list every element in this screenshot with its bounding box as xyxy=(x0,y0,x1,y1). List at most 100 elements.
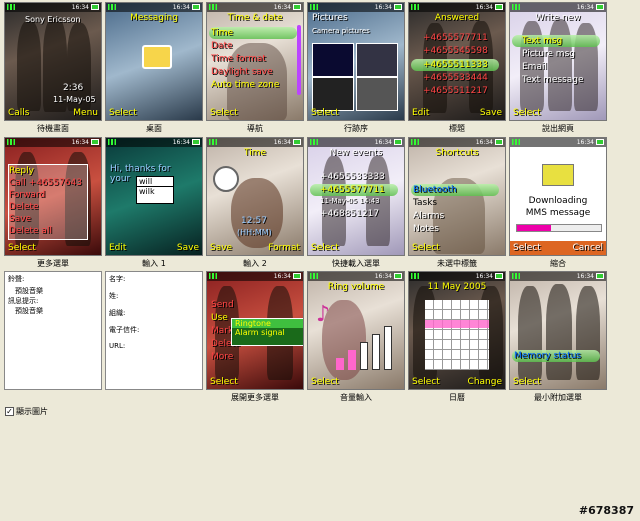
menu-item[interactable]: Mark xyxy=(211,326,233,336)
download-label: Downloading xyxy=(528,196,588,206)
show-images-checkbox[interactable]: ✓ xyxy=(5,407,14,416)
signal-icon xyxy=(411,273,419,279)
menu-item[interactable]: Time format xyxy=(211,54,266,64)
soft-key-left[interactable]: Select xyxy=(311,243,339,253)
volume-bar[interactable] xyxy=(360,342,368,370)
volume-bar[interactable] xyxy=(336,358,344,370)
theme-preview-write-new[interactable]: 16:34 Write new Text msg Picture msg Ema… xyxy=(509,2,607,134)
menu-item[interactable]: Text message xyxy=(522,75,584,85)
thumbnail[interactable] xyxy=(312,77,354,111)
preview-caption: 最小附加選單 xyxy=(534,393,582,402)
menu-item[interactable]: Daylight save xyxy=(211,67,273,77)
menu-item[interactable]: Picture msg xyxy=(522,49,575,59)
preview-caption: 說出網頁 xyxy=(542,124,574,133)
signal-icon xyxy=(209,139,217,145)
call-list-item[interactable]: +4655545598 xyxy=(423,46,488,56)
soft-key-left[interactable]: Select xyxy=(109,108,137,118)
theme-preview-desktop[interactable]: 16:34 Messaging Select 桌面 xyxy=(105,2,203,134)
menu-item[interactable]: Call +46557643 xyxy=(9,178,82,188)
soft-key-left[interactable]: Edit xyxy=(109,243,126,253)
theme-preview-standby[interactable]: 16:34 Sony Ericsson 2:36 11-May-05 Calls… xyxy=(4,2,102,134)
shortcut-item[interactable]: Notes xyxy=(413,224,439,234)
menu-item[interactable]: Text msg xyxy=(522,36,562,46)
suggestion-item[interactable]: wilk xyxy=(137,187,173,196)
soft-key-right[interactable]: Save xyxy=(480,108,502,118)
menu-item[interactable]: Forward xyxy=(9,190,45,200)
theme-preview-pictures[interactable]: 16:34 Pictures Camera pictures Select 行跡… xyxy=(307,2,405,134)
shortcut-item[interactable]: Alarms xyxy=(413,211,444,221)
theme-preview-shortcuts[interactable]: 16:34 Shortcuts Bluetooth Tasks Alarms N… xyxy=(408,137,506,269)
event-item[interactable]: +4655577711 xyxy=(320,185,385,195)
soft-key-right[interactable]: Change xyxy=(468,377,502,387)
volume-bar[interactable] xyxy=(384,326,392,370)
theme-preview-input-2[interactable]: 16:34 Time 12:57 (HH:MM) Save Format 輸入 … xyxy=(206,137,304,269)
thumbnail[interactable] xyxy=(312,43,354,77)
menu-item[interactable]: Email xyxy=(522,62,547,72)
event-item[interactable]: 11-May-05 14:43 xyxy=(320,197,380,205)
soft-key-left[interactable]: Select xyxy=(210,108,238,118)
word-suggestions[interactable]: will wilk xyxy=(136,176,174,204)
theme-preview-expanded-menu[interactable]: 16:34 Send Use Mark Delete More Ringtone… xyxy=(206,271,304,403)
soft-key-left[interactable]: Select xyxy=(311,108,339,118)
soft-key-left[interactable]: Select xyxy=(311,377,339,387)
call-list-item[interactable]: +4655533444 xyxy=(423,73,488,83)
menu-item[interactable]: Send xyxy=(211,300,234,310)
calendar-grid[interactable] xyxy=(425,300,489,370)
soft-key-left[interactable]: Select xyxy=(513,377,541,387)
shortcut-item[interactable]: Tasks xyxy=(413,198,437,208)
soft-key-left[interactable]: Select xyxy=(513,243,541,253)
volume-bar[interactable] xyxy=(372,334,380,370)
submenu-item[interactable]: Alarm signal xyxy=(232,328,303,337)
soft-key-right[interactable]: Cancel xyxy=(573,243,604,253)
soft-key-left[interactable]: Select xyxy=(412,377,440,387)
preview-caption xyxy=(4,393,102,403)
theme-preview-memory[interactable]: 16:34 Memory status Select 最小附加選單 xyxy=(509,271,607,403)
shortcut-item[interactable]: Bluetooth xyxy=(413,185,457,195)
soft-key-left[interactable]: Edit xyxy=(412,108,429,118)
soft-key-right[interactable]: Save xyxy=(177,243,199,253)
submenu-popup[interactable]: Ringtone Alarm signal xyxy=(231,318,303,346)
event-item[interactable]: +4655533333 xyxy=(320,172,385,182)
thumbnail[interactable] xyxy=(356,43,398,77)
theme-preview-navigation[interactable]: 16:34 Time & date Time Date Time format … xyxy=(206,2,304,134)
theme-preview-more-menu[interactable]: 16:34 Reply Call +46557643 Forward Delet… xyxy=(4,137,102,269)
menu-item[interactable]: Reply xyxy=(9,166,34,176)
soft-key-left[interactable]: Select xyxy=(210,377,238,387)
call-list-item[interactable]: +4655511217 xyxy=(423,86,488,96)
soft-key-left[interactable]: Save xyxy=(210,243,232,253)
signal-icon xyxy=(108,4,116,10)
menu-item[interactable]: Date xyxy=(211,41,233,51)
submenu-item[interactable]: Ringtone xyxy=(232,319,303,328)
menu-item[interactable]: Save xyxy=(9,214,31,224)
volume-bar[interactable] xyxy=(348,350,356,370)
soft-key-right[interactable]: Menu xyxy=(73,108,98,118)
menu-item[interactable]: Auto time zone xyxy=(211,80,279,90)
menu-item[interactable]: Delete all xyxy=(9,226,52,236)
time-value[interactable]: 12:57 xyxy=(241,216,267,226)
theme-preview-download[interactable]: 16:34 Downloading MMS message Select Can… xyxy=(509,137,607,269)
menu-item[interactable]: Delete xyxy=(9,202,39,212)
suggestion-item[interactable]: will xyxy=(137,177,173,187)
soft-key-left[interactable]: Select xyxy=(513,108,541,118)
menu-item[interactable]: Memory status xyxy=(514,351,581,361)
theme-preview-new-events[interactable]: 16:34 New events +4655533333 +4655577711… xyxy=(307,137,405,269)
menu-item[interactable]: Time xyxy=(211,28,233,38)
soft-key-left[interactable]: Calls xyxy=(8,108,30,118)
menu-item[interactable]: More xyxy=(211,352,233,362)
theme-preview-input-1[interactable]: 16:34 Hi, thanks for your will wilk Edit… xyxy=(105,137,203,269)
calendar-selected-day[interactable] xyxy=(425,320,489,328)
scrollbar[interactable] xyxy=(297,25,301,95)
call-list-item[interactable]: +4655511333 xyxy=(423,60,488,70)
thumbnail[interactable] xyxy=(356,77,398,111)
soft-key-right[interactable]: Format xyxy=(268,243,300,253)
soft-key-left[interactable]: Select xyxy=(8,243,36,253)
call-list-item[interactable]: +4655577711 xyxy=(423,33,488,43)
menu-item[interactable]: Use xyxy=(211,313,228,323)
theme-preview-volume[interactable]: 16:34 Ring volume ♪ Select 音量輸入 xyxy=(307,271,405,403)
event-item[interactable]: +468851217 xyxy=(320,209,379,219)
panel-label: 電子信件: xyxy=(109,326,140,334)
battery-icon xyxy=(495,273,503,279)
soft-key-left[interactable]: Select xyxy=(412,243,440,253)
theme-preview-calendar[interactable]: 16:34 11 May 2005 Select Change 日曆 xyxy=(408,271,506,403)
theme-preview-title[interactable]: 16:34 Answered +4655577711 +4655545598 +… xyxy=(408,2,506,134)
